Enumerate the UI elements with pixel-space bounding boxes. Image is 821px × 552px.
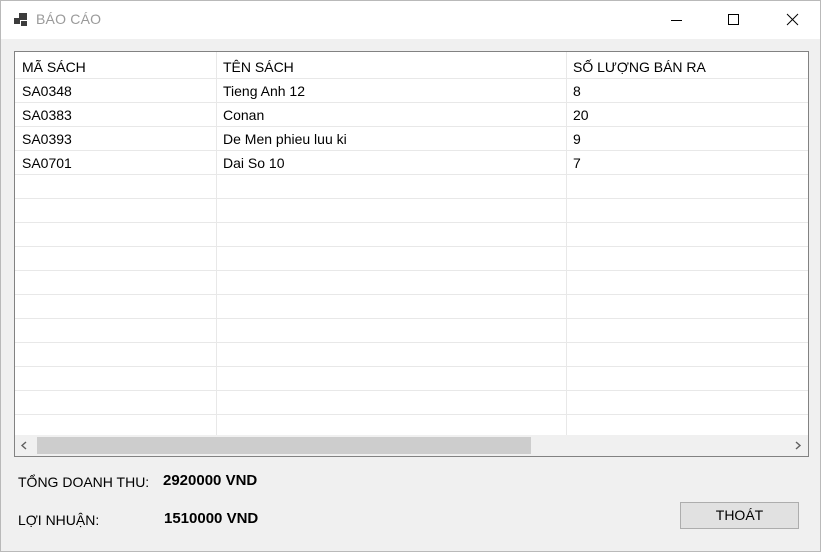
- cell-book-id[interactable]: SA0701: [15, 151, 216, 175]
- app-icon: [14, 13, 27, 26]
- cell-quantity-sold[interactable]: 9: [566, 127, 808, 151]
- table-row[interactable]: SA0701 Dai So 10 7: [15, 151, 808, 175]
- table-row[interactable]: SA0383 Conan 20: [15, 103, 808, 127]
- maximize-icon: [728, 14, 739, 25]
- cell-book-name[interactable]: Tieng Anh 12: [216, 79, 566, 103]
- cell-book-id[interactable]: SA0348: [15, 79, 216, 103]
- profit-label: LỢI NHUẬN:: [18, 512, 100, 528]
- empty-row: [15, 199, 808, 223]
- scroll-left-button[interactable]: [15, 435, 35, 456]
- maximize-button[interactable]: [705, 1, 763, 39]
- chevron-left-icon: [20, 441, 27, 450]
- empty-row: [15, 271, 808, 295]
- minimize-button[interactable]: [647, 1, 705, 39]
- empty-row: [15, 223, 808, 247]
- empty-row: [15, 175, 808, 199]
- cell-book-name[interactable]: De Men phieu luu ki: [216, 127, 566, 151]
- scroll-thumb[interactable]: [37, 437, 531, 454]
- revenue-value: 2920000 VND: [163, 472, 258, 489]
- empty-row: [15, 319, 808, 343]
- cell-quantity-sold[interactable]: 7: [566, 151, 808, 175]
- empty-row: [15, 415, 808, 435]
- table-row[interactable]: SA0393 De Men phieu luu ki 9: [15, 127, 808, 151]
- empty-row: [15, 295, 808, 319]
- empty-row: [15, 247, 808, 271]
- profit-value: 1510000 VND: [164, 510, 259, 527]
- close-icon: [786, 13, 799, 26]
- sales-report-grid[interactable]: MÃ SÁCH TÊN SÁCH SỐ LƯỢNG BÁN RA SA0348 …: [14, 51, 809, 457]
- close-button[interactable]: [763, 1, 821, 39]
- cell-quantity-sold[interactable]: 20: [566, 103, 808, 127]
- empty-row: [15, 391, 808, 415]
- empty-row: [15, 343, 808, 367]
- cell-quantity-sold[interactable]: 8: [566, 79, 808, 103]
- exit-button[interactable]: THOÁT: [680, 502, 799, 529]
- empty-row: [15, 367, 808, 391]
- header-quantity-sold[interactable]: SỐ LƯỢNG BÁN RA: [566, 55, 808, 79]
- title-bar[interactable]: BÁO CÁO: [1, 1, 820, 39]
- scroll-right-button[interactable]: [788, 435, 808, 456]
- report-window: BÁO CÁO MÃ SÁCH TÊN SÁCH SỐ LƯỢNG BÁN RA…: [0, 0, 821, 552]
- header-book-id[interactable]: MÃ SÁCH: [15, 55, 216, 79]
- cell-book-id[interactable]: SA0393: [15, 127, 216, 151]
- header-book-name[interactable]: TÊN SÁCH: [216, 55, 566, 79]
- horizontal-scrollbar[interactable]: [15, 435, 808, 456]
- cell-book-name[interactable]: Dai So 10: [216, 151, 566, 175]
- header-row: MÃ SÁCH TÊN SÁCH SỐ LƯỢNG BÁN RA: [15, 55, 808, 79]
- window-title: BÁO CÁO: [36, 11, 102, 27]
- chevron-right-icon: [795, 441, 802, 450]
- cell-book-id[interactable]: SA0383: [15, 103, 216, 127]
- revenue-label: TỔNG DOANH THU:: [18, 474, 150, 490]
- minimize-icon: [671, 20, 682, 21]
- cell-book-name[interactable]: Conan: [216, 103, 566, 127]
- table-row[interactable]: SA0348 Tieng Anh 12 8: [15, 79, 808, 103]
